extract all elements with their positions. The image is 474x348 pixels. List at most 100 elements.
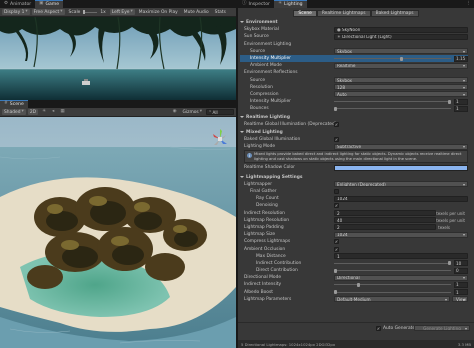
denoising-checkbox[interactable]: ✓	[334, 203, 339, 209]
max-distance-input[interactable]: 1	[334, 253, 468, 260]
tab-scene[interactable]: # Scene	[0, 100, 28, 108]
camera-dropdown[interactable]: ◉	[171, 109, 179, 115]
tab-game[interactable]: ▣ Game	[35, 0, 64, 8]
stats-label: Stats	[214, 9, 226, 15]
aspect-dropdown[interactable]: Free Aspect ▾	[31, 9, 65, 15]
slider-knob[interactable]	[334, 268, 337, 273]
ray-count-input[interactable]: 1024	[334, 195, 468, 202]
direct-contrib-value[interactable]: 0	[454, 267, 468, 274]
slider-knob[interactable]	[399, 56, 403, 61]
sun-source-label: Sun Source	[244, 34, 269, 40]
generate-lighting-button[interactable]: Generate Lighting	[414, 325, 470, 331]
denoising-label: Denoising	[256, 203, 278, 209]
menu-icon[interactable]: ⋮	[467, 1, 472, 7]
realtime-gi-label: Realtime Global Illumination (Deprecated…	[244, 121, 337, 127]
sun-source-field[interactable]: ☀ Directional Light (Light)	[334, 33, 468, 40]
padding-row: Lightmap Padding 2 texels	[240, 224, 468, 231]
effects-dropdown[interactable]: ▦	[58, 109, 66, 115]
intensity-value[interactable]: 1.15	[454, 55, 468, 62]
tab-animator[interactable]: ⚙ Animator	[0, 0, 35, 8]
lightmapping-header[interactable]: Lightmapping Settings	[240, 174, 468, 181]
albedo-boost-slider[interactable]: 1	[334, 289, 468, 296]
game-viewport[interactable]	[0, 17, 236, 100]
environment-header[interactable]: Environment	[240, 19, 468, 26]
lighting-status-bar: 5 Directional Lightmaps: 1024x1024px 2DG…	[238, 340, 474, 348]
albedo-boost-value[interactable]: 1	[454, 289, 468, 296]
intensity-slider[interactable]: 1.15	[334, 55, 468, 62]
scene-search-input[interactable]: ⌕ All	[206, 109, 234, 115]
subtab-realtime-lightmaps[interactable]: Realtime Lightmaps	[316, 9, 371, 17]
skybox-material-field[interactable]: ● SkyNoon	[334, 26, 468, 33]
realtime-gi-checkbox[interactable]: ✓	[334, 121, 339, 127]
audio-toggle[interactable]: ◂	[50, 109, 56, 115]
parameters-row: Lightmap Parameters Default-Medium View	[240, 296, 468, 303]
mixed-lighting-header[interactable]: Mixed Lighting	[240, 129, 468, 136]
shading-dropdown[interactable]: Shaded ▾	[2, 109, 26, 115]
refl-intensity-slider[interactable]: 1	[334, 98, 468, 105]
slider-knob[interactable]	[356, 282, 360, 287]
scale-slider[interactable]: Scale 1x	[67, 9, 108, 15]
view-button[interactable]: View	[452, 296, 468, 303]
lightmap-res-input[interactable]: 40	[334, 217, 436, 224]
shading-label: Shaded	[4, 109, 21, 115]
indirect-intensity-value[interactable]: 1	[454, 281, 468, 288]
baked-gi-checkbox[interactable]: ✓	[334, 137, 339, 143]
slider-knob[interactable]	[334, 106, 337, 111]
ambient-mode-dropdown[interactable]: Realtime	[334, 62, 468, 69]
indirect-intensity-slider[interactable]: 1	[334, 281, 468, 288]
lightmap-size-dropdown[interactable]: 1024	[334, 231, 468, 238]
shadow-color-label: Realtime Shadow Color	[244, 165, 295, 171]
display-dropdown[interactable]: Display 1 ▾	[2, 9, 30, 15]
stats-toggle[interactable]: Stats	[213, 9, 228, 15]
lighting-mode-dropdown[interactable]: Subtractive	[334, 143, 468, 150]
baked-gi-label: Baked Global Illumination	[244, 137, 301, 143]
auto-generate-checkbox[interactable]: ✓	[376, 326, 381, 331]
info-icon: ⓘ	[242, 0, 247, 6]
scene-viewport[interactable]	[0, 117, 236, 348]
mute-toggle[interactable]: Mute Audio	[182, 9, 211, 15]
shadow-color-swatch[interactable]	[334, 164, 468, 171]
final-gather-checkbox[interactable]	[334, 189, 339, 195]
indirect-contrib-slider[interactable]: 10	[334, 260, 468, 267]
refl-intensity-label: Intensity Multiplier	[250, 99, 291, 105]
directional-mode-dropdown[interactable]: Directional	[334, 274, 468, 281]
light-toggle[interactable]: ☀	[40, 109, 48, 115]
direct-contrib-slider[interactable]: 0	[334, 267, 468, 274]
bounces-slider[interactable]: 1	[334, 105, 468, 112]
compress-checkbox[interactable]: ✓	[334, 239, 339, 245]
source-dropdown[interactable]: Skybox	[334, 48, 468, 55]
resolution-dropdown[interactable]: 128	[334, 84, 468, 91]
gizmos-dropdown[interactable]: Gizmos ▾	[181, 109, 204, 115]
refl-intensity-value[interactable]: 1	[454, 98, 468, 105]
status-text: 5 Directional Lightmaps: 1024x1024px 2DG…	[241, 341, 336, 347]
tab-lighting[interactable]: ☀ Lighting	[273, 0, 307, 8]
slider-knob[interactable]	[334, 290, 337, 295]
tab-inspector[interactable]: ⓘ Inspector	[238, 0, 274, 8]
maximize-toggle[interactable]: Maximize On Play	[137, 9, 180, 15]
compression-dropdown[interactable]: Auto	[334, 91, 468, 98]
direct-contrib-label: Direct Contribution	[256, 268, 298, 274]
ao-checkbox[interactable]: ✓	[334, 246, 339, 252]
eye-dropdown[interactable]: Left Eye ▾	[109, 9, 135, 15]
directional-mode-label: Directional Mode	[244, 275, 282, 281]
slider-knob[interactable]	[448, 99, 451, 104]
subtab-baked-lightmaps[interactable]: Baked Lightmaps	[370, 9, 419, 17]
light-icon: ☀	[337, 34, 341, 40]
bounces-value[interactable]: 1	[454, 105, 468, 112]
indirect-res-row: Indirect Resolution 2 texels per unit	[240, 210, 468, 217]
lightmapper-dropdown[interactable]: Enlighten (Deprecated)	[334, 181, 468, 188]
scale-label: Scale	[68, 9, 81, 15]
indirect-contrib-value[interactable]: 10	[454, 260, 468, 267]
refl-source-dropdown[interactable]: Skybox	[334, 77, 468, 84]
indirect-res-input[interactable]: 2	[334, 210, 436, 217]
slider-knob[interactable]	[448, 261, 451, 266]
subtab-scene[interactable]: Scene	[293, 9, 317, 17]
status-size: 3.3 MB	[457, 341, 471, 347]
realtime-lighting-header[interactable]: Realtime Lighting	[240, 113, 468, 120]
mode-2d-toggle[interactable]: 2D	[27, 109, 38, 115]
environment-title: Environment	[240, 20, 278, 25]
max-distance-label: Max Distance	[256, 253, 286, 259]
albedo-boost-label: Albedo Boost	[244, 289, 273, 295]
parameters-dropdown[interactable]: Default-Medium	[334, 296, 450, 303]
padding-input[interactable]: 2	[334, 224, 436, 231]
